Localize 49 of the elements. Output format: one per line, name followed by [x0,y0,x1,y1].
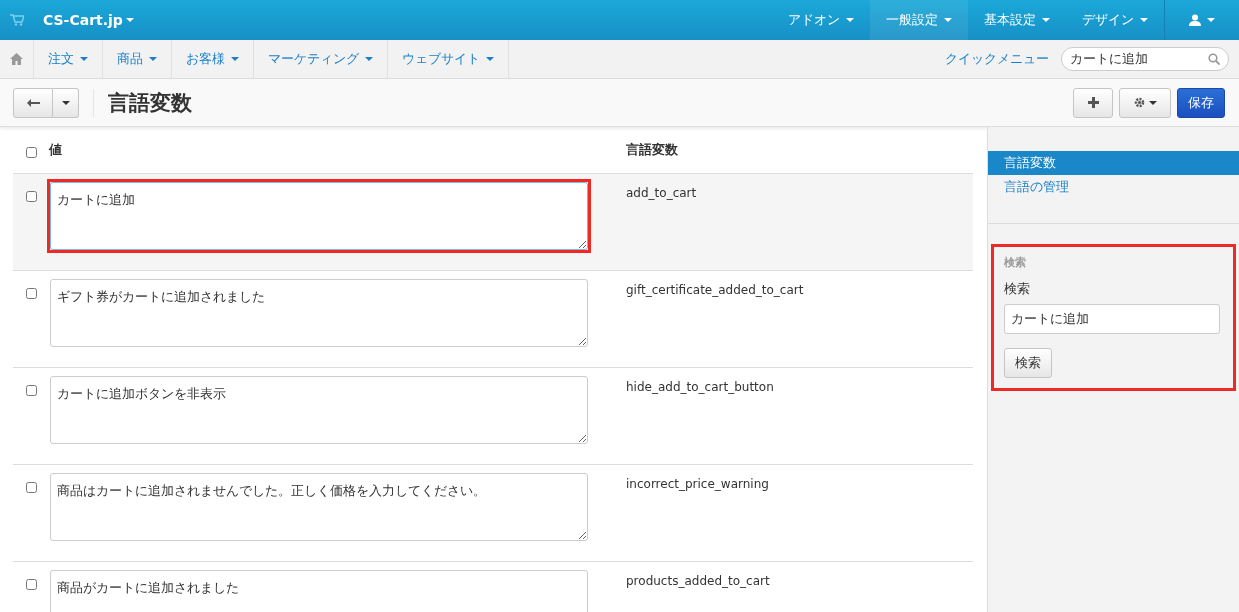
search-input[interactable]: カートに追加 [1004,304,1220,334]
cart-icon [10,14,24,26]
column-header: 言語変数 [626,141,678,159]
value-textarea[interactable]: 商品がカートに追加されました [50,570,588,612]
user-icon [1189,14,1201,26]
brand-logo[interactable]: CS-Cart.jp [10,0,134,40]
row-checkbox[interactable] [25,288,37,299]
field-label: 検索 [1004,280,1031,298]
quick-menu-link[interactable]: クイックメニュー [945,50,1049,68]
back-arrow-icon [26,98,40,107]
nav-menu-item[interactable]: 商品 [103,40,172,78]
variable-name: incorrect_price_warning [626,476,769,491]
select-all-checkbox[interactable] [25,146,37,158]
value-textarea[interactable]: カートに追加ボタンを非表示 [50,376,588,444]
search-icon [1208,53,1220,65]
plus-icon [1087,97,1099,108]
sidebar-item[interactable]: 言語の管理 [988,175,1239,199]
value-textarea[interactable]: ギフト券がカートに追加されました [50,279,588,347]
settings-icon [1133,97,1145,108]
page-title: 言語変数 [93,88,192,117]
variable-name: add_to_cart [626,185,697,200]
panel-heading: 検索 [1004,255,1027,270]
variable-name: hide_add_to_cart_button [626,379,774,394]
top-menu-item[interactable]: 一般設定 [870,0,968,40]
column-header: 値 [49,141,63,159]
search-button[interactable]: 検索 [1004,348,1052,378]
top-menu-item[interactable]: アドオン [772,0,870,40]
settings-button[interactable] [1119,87,1171,118]
top-menu-item[interactable]: 基本設定 [968,0,1066,40]
back-button[interactable] [13,87,53,118]
variable-name: gift_certificate_added_to_cart [626,282,804,297]
value-textarea[interactable]: 商品はカートに追加されませんでした。正しく価格を入力してください。 [50,473,588,541]
row-checkbox[interactable] [25,579,37,590]
row-checkbox[interactable] [25,191,37,202]
dropdown-button[interactable] [53,87,79,118]
row-checkbox[interactable] [25,482,37,493]
home-icon[interactable] [10,53,23,65]
save-button[interactable]: 保存 [1177,87,1225,118]
nav-menu-item[interactable]: 注文 [34,40,103,78]
variable-name: products_added_to_cart [626,573,770,588]
row-checkbox[interactable] [25,385,37,396]
nav-menu-item[interactable]: ウェブサイト [388,40,509,78]
nav-menu-item[interactable]: マーケティング [254,40,388,78]
value-textarea[interactable]: カートに追加 [50,182,588,250]
nav-menu-item[interactable]: お客様 [172,40,254,78]
search-field[interactable]: カートに追加 [1061,47,1229,71]
add-button[interactable] [1073,87,1113,118]
sidebar-item[interactable]: 言語変数 [988,151,1239,175]
top-menu-item[interactable]: デザイン [1066,0,1164,40]
